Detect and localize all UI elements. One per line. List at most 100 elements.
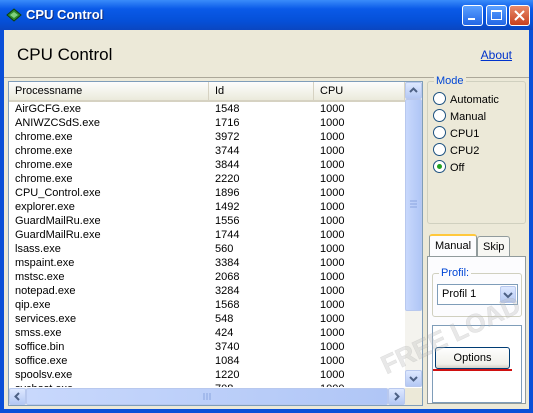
vertical-scroll-thumb[interactable]	[405, 99, 422, 311]
table-row[interactable]: chrome.exe 3844 1000	[9, 158, 405, 172]
cell-id: 3972	[215, 131, 240, 143]
table-row[interactable]: CPU_Control.exe 1896 1000	[9, 186, 405, 200]
mode-group-label: Mode	[434, 75, 466, 87]
table-row[interactable]: GuardMailRu.exe 1556 1000	[9, 214, 405, 228]
table-row[interactable]: svchost.exe 708 1000	[9, 382, 405, 387]
tab-panel-manual: Profil: Profil 1	[427, 256, 526, 404]
scroll-down-button[interactable]	[405, 370, 422, 387]
cell-cpu: 1000	[320, 187, 345, 199]
table-row[interactable]: smss.exe 424 1000	[9, 326, 405, 340]
process-list-header: Processname Id CPU	[9, 82, 405, 102]
profil-group: Profil: Profil 1	[432, 267, 522, 317]
radio-circle-icon	[433, 143, 446, 156]
arrow-left-icon	[14, 392, 20, 401]
cell-id: 1220	[215, 369, 240, 381]
minimize-button[interactable]	[462, 5, 483, 26]
radio-cpu1[interactable]: CPU1	[433, 126, 480, 140]
scroll-up-button[interactable]	[405, 82, 422, 99]
title-bar[interactable]: CPU Control	[0, 0, 533, 30]
close-icon	[514, 10, 525, 21]
cell-cpu: 1000	[320, 229, 345, 241]
table-row[interactable]: chrome.exe 3972 1000	[9, 130, 405, 144]
table-row[interactable]: qip.exe 1568 1000	[9, 298, 405, 312]
radio-label: CPU2	[450, 145, 480, 157]
chip-icon	[6, 8, 22, 22]
cell-id: 3284	[215, 285, 240, 297]
maximize-button[interactable]	[486, 5, 507, 26]
radio-cpu2[interactable]: CPU2	[433, 143, 480, 157]
table-row[interactable]: services.exe 548 1000	[9, 312, 405, 326]
cell-cpu: 1000	[320, 271, 345, 283]
page-title: CPU Control	[17, 45, 113, 64]
table-row[interactable]: GuardMailRu.exe 1744 1000	[9, 228, 405, 242]
cell-processname: notepad.exe	[15, 285, 76, 297]
column-header-id[interactable]: Id	[209, 82, 314, 100]
cell-id: 2068	[215, 271, 240, 283]
table-row[interactable]: ANIWZCSdS.exe 1716 1000	[9, 116, 405, 130]
cell-processname: qip.exe	[15, 299, 51, 311]
table-row[interactable]: soffice.bin 3740 1000	[9, 340, 405, 354]
table-row[interactable]: spoolsv.exe 1220 1000	[9, 368, 405, 382]
cell-cpu: 1000	[320, 382, 344, 387]
cell-id: 560	[215, 243, 234, 255]
cell-cpu: 1000	[320, 299, 345, 311]
table-row[interactable]: chrome.exe 2220 1000	[9, 172, 405, 186]
table-row[interactable]: mspaint.exe 3384 1000	[9, 256, 405, 270]
table-row[interactable]: AirGCFG.exe 1548 1000	[9, 102, 405, 116]
cell-id: 548	[215, 313, 234, 325]
vertical-scrollbar[interactable]	[405, 82, 422, 387]
close-button[interactable]	[509, 5, 530, 26]
arrow-down-icon	[409, 376, 418, 382]
header-panel: CPU Control About	[4, 30, 529, 78]
cell-cpu: 1000	[320, 201, 345, 213]
cell-cpu: 1000	[320, 103, 345, 115]
radio-automatic[interactable]: Automatic	[433, 92, 499, 106]
cell-processname: chrome.exe	[15, 145, 73, 157]
tab-skip[interactable]: Skip	[477, 236, 511, 256]
radio-off[interactable]: Off	[433, 160, 465, 174]
cell-processname: CPU_Control.exe	[15, 187, 101, 199]
tab-control: Manual Skip Profil: Profil 1	[427, 234, 526, 404]
cell-cpu: 1000	[320, 355, 345, 367]
cell-cpu: 1000	[320, 327, 345, 339]
cell-id: 1556	[215, 215, 240, 227]
cell-id: 3740	[215, 341, 240, 353]
cell-id: 1548	[215, 103, 240, 115]
about-link[interactable]: About	[481, 48, 512, 62]
cell-processname: mstsc.exe	[15, 271, 65, 283]
radio-manual[interactable]: Manual	[433, 109, 486, 123]
scroll-right-button[interactable]	[388, 388, 405, 405]
radio-label: CPU1	[450, 128, 480, 140]
radio-label: Automatic	[450, 94, 499, 106]
horizontal-scroll-thumb[interactable]	[26, 388, 388, 405]
grip-icon	[410, 200, 417, 208]
table-row[interactable]: chrome.exe 3744 1000	[9, 144, 405, 158]
cell-id: 3844	[215, 159, 240, 171]
cell-processname: explorer.exe	[15, 201, 75, 213]
table-row[interactable]: soffice.exe 1084 1000	[9, 354, 405, 368]
scroll-left-button[interactable]	[9, 388, 26, 405]
minimize-icon	[468, 18, 475, 20]
mode-group: Mode Automatic Manual CPU1 CPU2 Off	[427, 75, 526, 224]
cell-id: 1084	[215, 355, 240, 367]
cell-cpu: 1000	[320, 257, 345, 269]
tab-manual[interactable]: Manual	[429, 234, 478, 256]
cell-cpu: 1000	[320, 145, 345, 157]
table-row[interactable]: notepad.exe 3284 1000	[9, 284, 405, 298]
cell-id: 1744	[215, 229, 240, 241]
cell-id: 1492	[215, 201, 240, 213]
table-row[interactable]: lsass.exe 560 1000	[9, 242, 405, 256]
annotation-underline	[433, 369, 512, 371]
column-header-cpu[interactable]: CPU	[314, 82, 405, 100]
cell-cpu: 1000	[320, 159, 345, 171]
cell-processname: chrome.exe	[15, 173, 73, 185]
dropdown-button[interactable]	[500, 286, 516, 303]
table-row[interactable]: explorer.exe 1492 1000	[9, 200, 405, 214]
column-header-processname[interactable]: Processname	[9, 82, 209, 100]
table-row[interactable]: mstsc.exe 2068 1000	[9, 270, 405, 284]
options-button[interactable]: Options	[435, 347, 510, 369]
radio-label: Off	[450, 162, 465, 174]
horizontal-scrollbar[interactable]	[9, 388, 405, 405]
process-list[interactable]: Processname Id CPU AirGCFG.exe 1548 1000 AN…	[8, 81, 423, 406]
profil-dropdown[interactable]: Profil 1	[437, 284, 518, 305]
